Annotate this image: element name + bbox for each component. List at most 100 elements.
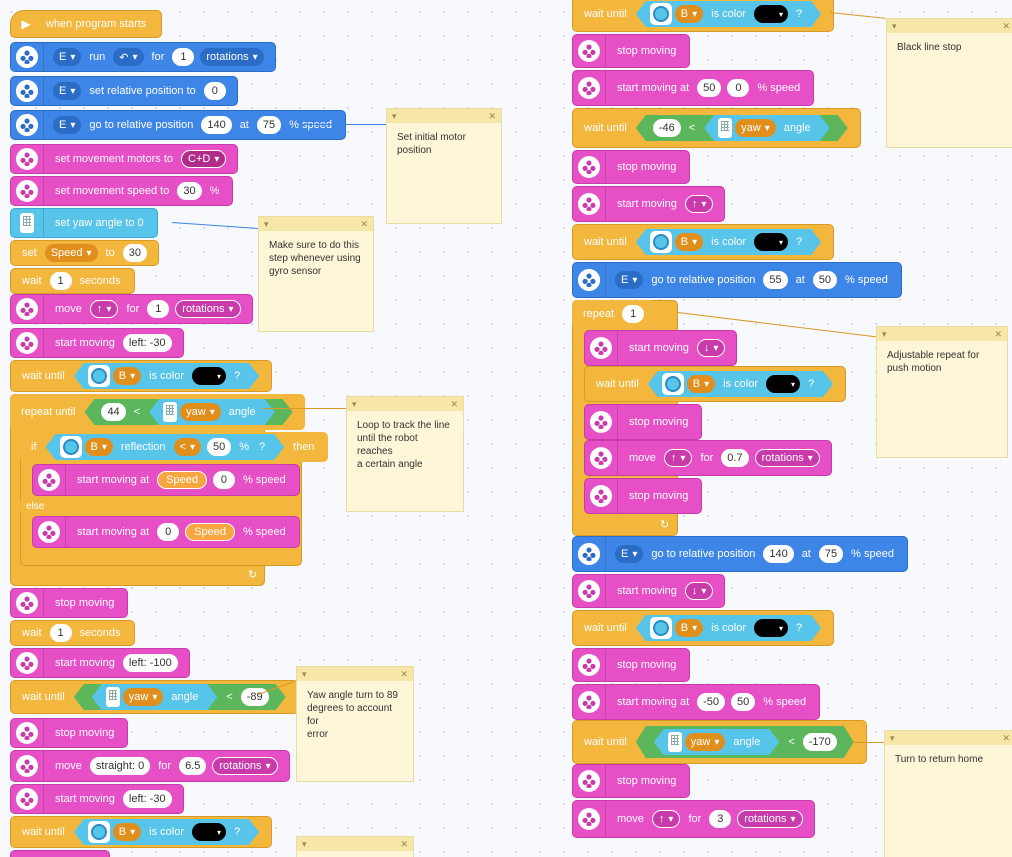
when-program-starts-block[interactable]: ▶ when program starts xyxy=(10,10,163,38)
position-input[interactable]: 0 xyxy=(203,82,226,100)
seconds-input[interactable]: 1 xyxy=(49,624,72,642)
right-speed-input[interactable]: 0 xyxy=(212,471,235,489)
rotations-input[interactable]: 0.7 xyxy=(721,449,749,467)
stop-moving-block[interactable]: stop moving xyxy=(10,588,129,618)
left-speed-input[interactable]: 50 xyxy=(697,79,722,97)
if-header[interactable]: if B reflection < 50 % ? then xyxy=(20,432,328,462)
wait-seconds-block[interactable]: wait 1 seconds xyxy=(10,268,135,294)
is-color-condition[interactable]: B is color ▾ ? xyxy=(636,615,821,641)
seconds-input[interactable]: 1 xyxy=(49,272,72,290)
stop-moving-block[interactable]: stop moving xyxy=(572,34,691,68)
port-dropdown[interactable]: E xyxy=(53,82,82,100)
direction-dropdown[interactable]: ↓ xyxy=(684,582,714,600)
is-color-condition[interactable]: B is color ▾ ? xyxy=(74,363,259,389)
axis-dropdown[interactable]: yaw xyxy=(123,688,164,706)
left-speed-input[interactable]: -50 xyxy=(697,693,726,711)
start-moving-at-block[interactable]: start moving at 0 Speed % speed xyxy=(32,516,300,548)
rotations-input[interactable]: 1 xyxy=(147,300,170,318)
comment-note[interactable]: ▾ ✕ xyxy=(296,836,414,857)
go-to-relative-position-block[interactable]: E go to relative position 140 at 75 % sp… xyxy=(572,536,908,572)
port-dropdown[interactable]: B xyxy=(113,367,141,385)
wait-until-color-block[interactable]: wait until B is color ▾ ? xyxy=(572,0,835,32)
move-block[interactable]: move ↑ for 1 rotations xyxy=(10,294,253,324)
position-input[interactable]: 140 xyxy=(763,545,794,563)
close-icon[interactable]: ✕ xyxy=(1002,20,1010,33)
collapse-icon[interactable]: ▾ xyxy=(264,218,269,231)
motors-dropdown[interactable]: C+D xyxy=(181,150,227,168)
set-yaw-angle-block[interactable]: set yaw angle to 0 xyxy=(10,208,158,238)
direction-dropdown[interactable]: ↑ xyxy=(89,300,119,318)
value-input[interactable]: 44 xyxy=(101,403,125,421)
direction-dropdown[interactable]: ↑ xyxy=(663,449,693,467)
speed-input[interactable]: 30 xyxy=(177,182,202,200)
port-dropdown[interactable]: B xyxy=(675,5,703,23)
wait-until-color-block[interactable]: wait until B is color ▾ ? xyxy=(10,360,273,392)
start-moving-block[interactable]: start moving ↑ xyxy=(572,186,726,222)
stop-moving-block[interactable]: stop moving xyxy=(572,648,691,682)
repeat-until-header[interactable]: repeat until 44 < yaw angle xyxy=(10,394,305,430)
stop-moving-block[interactable]: stop moving xyxy=(10,718,129,748)
motor-run-block[interactable]: E run ↶ for 1 rotations xyxy=(10,42,276,72)
close-icon[interactable]: ✕ xyxy=(360,218,368,231)
start-moving-block[interactable]: start moving ↓ xyxy=(572,574,726,608)
steering-input[interactable]: straight: 0 xyxy=(89,757,151,775)
rotations-input[interactable]: 6.5 xyxy=(179,757,207,775)
wait-until-yaw-block[interactable]: wait until yaw angle < -89 xyxy=(10,680,299,714)
port-dropdown[interactable]: E xyxy=(53,116,82,134)
stop-moving-block[interactable]: stop moving xyxy=(572,764,691,798)
color-black-picker[interactable]: ▾ xyxy=(192,367,226,385)
direction-dropdown[interactable]: ↑ xyxy=(651,810,681,828)
set-movement-speed-block[interactable]: set movement speed to 30 % xyxy=(10,176,234,206)
less-than-operator[interactable]: 44 < yaw angle xyxy=(84,399,292,425)
stop-moving-block[interactable]: stop moving xyxy=(572,150,691,184)
close-icon[interactable]: ✕ xyxy=(400,838,408,851)
reflection-condition[interactable]: B reflection < 50 % ? xyxy=(46,434,285,460)
value-input[interactable]: 50 xyxy=(207,438,231,456)
set-relative-position-block[interactable]: E set relative position to 0 xyxy=(10,76,238,106)
port-dropdown[interactable]: E xyxy=(53,48,82,66)
rotations-input[interactable]: 1 xyxy=(172,48,195,66)
steering-input[interactable]: left: -30 xyxy=(122,334,172,352)
collapse-icon[interactable]: ▾ xyxy=(890,732,895,745)
stop-moving-block[interactable]: stop moving xyxy=(584,404,703,440)
collapse-icon[interactable]: ▾ xyxy=(352,398,357,411)
comment-note[interactable]: ▾ ✕ Loop to track the line until the robo… xyxy=(346,396,464,512)
go-to-relative-position-block[interactable]: E go to relative position 140 at 75 % sp… xyxy=(10,110,346,140)
collapse-icon[interactable]: ▾ xyxy=(882,328,887,341)
unit-dropdown[interactable]: rotations xyxy=(754,449,820,467)
unit-dropdown[interactable]: rotations xyxy=(175,300,241,318)
close-icon[interactable]: ✕ xyxy=(400,668,408,681)
wait-until-yaw-block[interactable]: wait until -46 < yaw angle xyxy=(572,108,861,148)
wait-until-color-block[interactable]: wait until B is color ▾ ? xyxy=(572,224,835,260)
repeat-header[interactable]: repeat 1 xyxy=(572,300,656,328)
value-input[interactable]: -170 xyxy=(803,733,837,751)
speed-input[interactable]: 75 xyxy=(818,545,844,563)
speed-variable[interactable]: Speed xyxy=(157,471,207,489)
value-input[interactable]: -46 xyxy=(653,119,681,137)
port-dropdown[interactable]: E xyxy=(615,271,644,289)
wait-until-color-block[interactable]: wait until B is color ▾ ? xyxy=(584,366,847,402)
start-moving-block[interactable]: start moving left: -30 xyxy=(10,328,184,358)
wait-until-color-block[interactable]: wait until B is color ▾ ? xyxy=(572,610,835,646)
movement-block-partial[interactable] xyxy=(10,850,110,857)
speed-variable[interactable]: Speed xyxy=(185,523,235,541)
unit-dropdown[interactable]: rotations xyxy=(200,48,264,66)
less-than-operator[interactable]: yaw angle < -89 xyxy=(74,684,286,710)
wait-until-color-block[interactable]: wait until B is color ▾ ? xyxy=(10,816,273,848)
close-icon[interactable]: ✕ xyxy=(450,398,458,411)
position-input[interactable]: 55 xyxy=(763,271,788,289)
collapse-icon[interactable]: ▾ xyxy=(392,110,397,123)
direction-dropdown[interactable]: ↑ xyxy=(684,195,714,213)
collapse-icon[interactable]: ▾ xyxy=(302,668,307,681)
is-color-condition[interactable]: B is color ▾ ? xyxy=(636,1,821,27)
start-moving-block[interactable]: start moving left: -30 xyxy=(10,784,184,814)
comparator-dropdown[interactable]: < xyxy=(174,438,201,456)
color-black-picker[interactable]: ▾ xyxy=(754,5,788,23)
collapse-icon[interactable]: ▾ xyxy=(302,838,307,851)
port-dropdown[interactable]: B xyxy=(85,438,113,456)
close-icon[interactable]: ✕ xyxy=(1002,732,1010,745)
comment-note[interactable]: ▾ ✕ Turn to return home xyxy=(884,730,1012,857)
speed-input[interactable]: 50 xyxy=(812,271,838,289)
wait-seconds-block[interactable]: wait 1 seconds xyxy=(10,620,135,646)
rotations-input[interactable]: 3 xyxy=(709,810,732,828)
